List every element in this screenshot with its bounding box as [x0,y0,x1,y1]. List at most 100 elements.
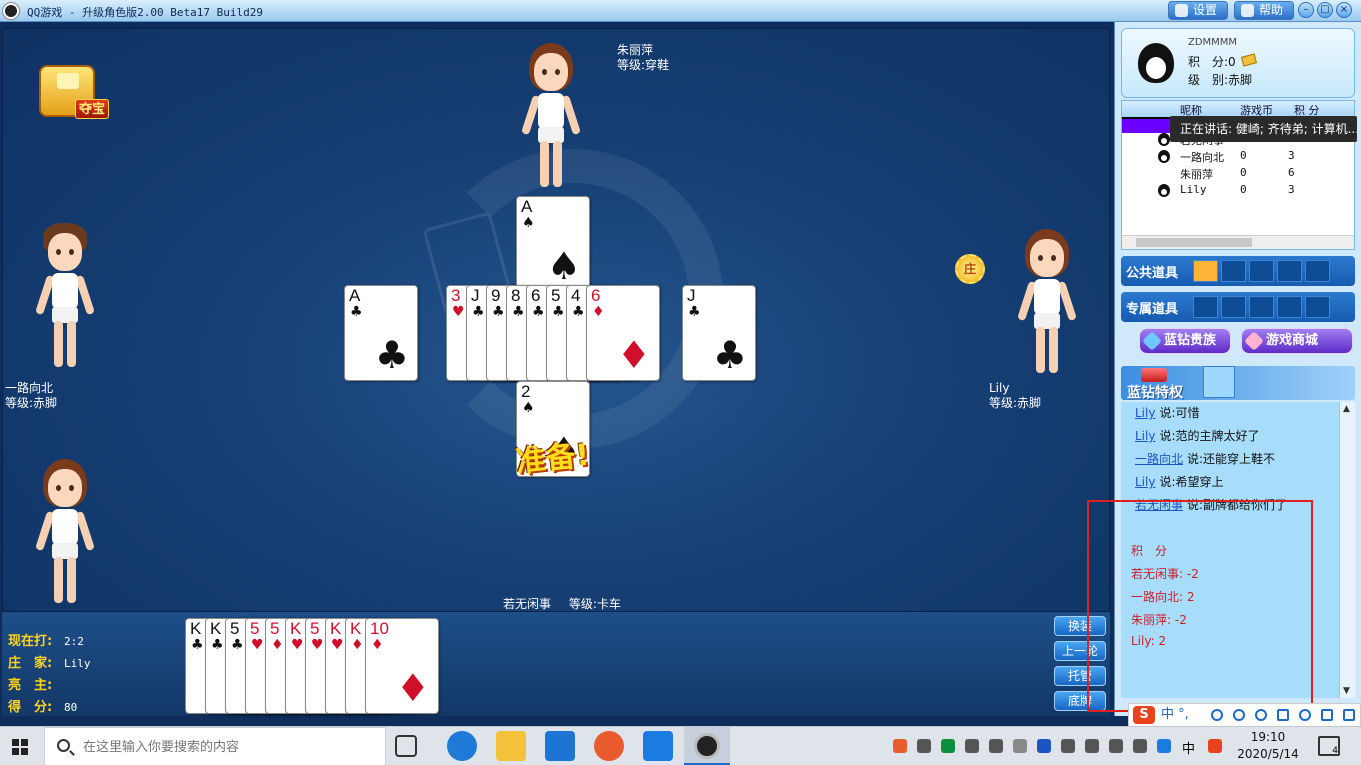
minimize-button[interactable]: – [1298,2,1314,18]
card-suit-icon: ♥ [331,637,344,653]
avatar-left[interactable] [25,223,105,373]
scroll-thumb[interactable] [1136,238,1252,247]
volume-icon[interactable] [1133,739,1147,753]
bluetooth-icon[interactable] [1037,739,1051,753]
item-slot[interactable] [1277,260,1302,282]
blue-noble-label: 蓝钻贵族 [1164,333,1217,348]
emoji-icon[interactable] [1211,709,1223,721]
notification-icon[interactable]: 4 [1318,736,1340,756]
card-suit-icon: ♠ [522,215,535,231]
playing-label: 现在打: [8,634,53,649]
help-icon [1241,4,1254,17]
item-slot[interactable] [1249,296,1274,318]
avatar-right[interactable] [1007,229,1087,379]
start-button[interactable] [0,727,42,765]
card-suit-icon: ♣ [211,637,224,653]
task-view-icon[interactable] [395,735,417,757]
player-row[interactable]: 朱丽萍 0 6 [1122,165,1356,182]
item-slot[interactable] [1305,260,1330,282]
item-slot[interactable] [1221,296,1246,318]
card-suit-icon: ♦ [271,637,284,653]
feishu-icon[interactable] [643,731,673,761]
chat-sender[interactable]: 一路向北 [1135,452,1183,466]
player-row[interactable]: 一路向北 0 3 [1122,148,1356,165]
avatar-top[interactable] [511,43,591,193]
item-slot[interactable] [1249,260,1274,282]
skin-icon[interactable] [1321,709,1333,721]
item-slot[interactable] [1277,296,1302,318]
grid-icon[interactable] [1343,709,1355,721]
wechat-icon[interactable] [941,739,955,753]
player-list-header: 昵称 游戏币 积 分 [1122,101,1354,117]
onedrive-icon[interactable] [1013,739,1027,753]
card-rank: J [687,286,696,305]
card-rank: 6 [531,286,541,305]
chat-scrollbar[interactable]: ▲ ▼ [1339,402,1355,698]
card-suit-big-icon: ♠ [546,244,581,288]
keyboard-icon[interactable] [1277,709,1289,721]
settings-button[interactable]: 设置 [1168,1,1228,20]
avatar-self[interactable] [25,459,105,609]
help-button[interactable]: 帮助 [1234,1,1294,20]
game-shop-button[interactable]: 游戏商城 [1241,328,1353,354]
item-slot[interactable] [1193,296,1218,318]
wifi-icon[interactable] [1109,739,1123,753]
mic-icon[interactable] [1233,709,1245,721]
taskbar-search[interactable] [44,727,386,765]
chat-sender[interactable]: Lily [1135,475,1155,489]
player-self-name: 若无闲事 [503,597,552,611]
clock[interactable]: 19:10 2020/5/14 [1236,729,1300,763]
mail-icon[interactable] [545,731,575,761]
qq-upgrade-taskbar-item[interactable] [684,727,730,765]
item-slot[interactable] [1305,296,1330,318]
chat-message: Lily 说:可惜 [1135,404,1200,421]
app-window: QQ游戏 - 升级角色版2.00 Beta17 Build29 设置 帮助 – … [0,0,1361,765]
security-icon[interactable] [1061,739,1075,753]
headset-icon[interactable] [1255,709,1267,721]
chat-sender[interactable]: Lily [1135,406,1155,420]
sogou-tray-icon[interactable] [1208,739,1222,753]
tray-game-icon[interactable] [893,739,907,753]
item-slot[interactable] [1193,260,1218,282]
card-rank: A [349,286,361,305]
item-slot[interactable] [1221,260,1246,282]
user-info: ZDMMMM 积 分:0 级 别:赤脚 [1121,28,1355,98]
maximize-button[interactable]: □ [1317,2,1333,18]
card-rank: K [210,619,222,638]
horizontal-scrollbar[interactable] [1122,235,1354,249]
vip-tool-icon[interactable] [1203,366,1235,398]
private-items-bar: 专属道具 [1121,292,1355,322]
game-status: 现在打: 2:2 庄 家: Lily 亮 主: 得 分: 80 [8,630,128,718]
hand-card[interactable]: 10 ♦ ♦ [365,618,439,714]
chat-sender[interactable]: Lily [1135,429,1155,443]
close-button[interactable]: × [1336,2,1352,18]
blue-noble-button[interactable]: 蓝钻贵族 [1139,328,1231,354]
qq-game-taskbar-icon[interactable] [594,731,624,761]
user-icon[interactable] [1299,709,1311,721]
scroll-down-icon[interactable]: ▼ [1343,686,1350,696]
card-rank: 5 [250,619,260,638]
card-rank: 5 [230,619,240,638]
player-row[interactable]: Lily 0 3 [1122,182,1356,199]
battery-icon[interactable] [1085,739,1099,753]
player-row-name: 一路向北 [1180,151,1224,164]
file-explorer-icon[interactable] [496,731,526,761]
search-input[interactable] [83,737,373,757]
card-rank: 9 [491,286,501,305]
card-suit-big-icon: ♦ [395,666,430,710]
treasure-button[interactable]: 夺宝 [37,59,111,123]
vip-bar[interactable]: 蓝钻特权 [1121,366,1355,401]
chat-text: 说:希望穿上 [1159,475,1224,489]
edge-icon[interactable] [447,731,477,761]
tray-app-icon[interactable] [1157,739,1171,753]
tray-monitor-icon[interactable] [989,739,1003,753]
scroll-up-icon[interactable]: ▲ [1343,404,1350,414]
card-rank: J [471,286,480,305]
score-label: 得 分: [8,700,53,715]
sogou-icon[interactable]: S [1133,706,1155,724]
ime-language[interactable]: 中 [1182,738,1195,757]
player-row-score: 3 [1288,149,1295,162]
tray-mic-icon[interactable] [917,739,931,753]
ime-mode[interactable]: 中 °, [1161,704,1189,726]
tray-settings-icon[interactable] [965,739,979,753]
